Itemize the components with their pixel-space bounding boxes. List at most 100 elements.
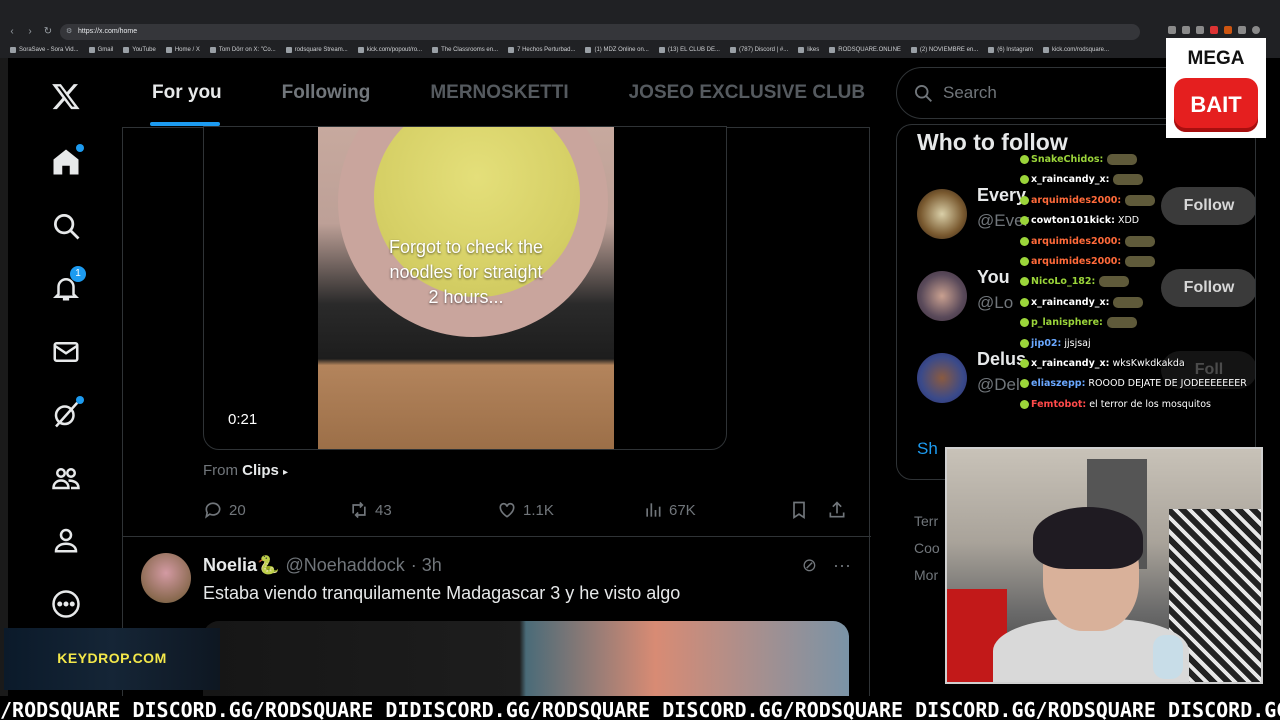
- bookmark-favicon-icon: [910, 47, 917, 53]
- bookmark-label: RODSQUARE.ONLINE: [838, 47, 901, 53]
- profile-icon[interactable]: [48, 522, 84, 558]
- author-handle[interactable]: @Noehaddock: [285, 555, 404, 576]
- reply-button[interactable]: 20: [203, 500, 246, 520]
- tweet-time[interactable]: · 3h: [411, 555, 442, 576]
- chat-emote-icon: [1106, 317, 1137, 329]
- bookmark-item[interactable]: (6) Instagram: [988, 47, 1033, 53]
- bookmark-item[interactable]: rodsquare Stream...: [285, 47, 348, 53]
- search-icon[interactable]: [48, 208, 84, 244]
- bookmark-favicon-icon: [585, 47, 592, 53]
- video-card[interactable]: Forgot to check the noodles for straight…: [203, 126, 727, 450]
- chat-badge-icon: [1020, 155, 1029, 164]
- chat-username: x_raincandy_x:: [1031, 296, 1110, 308]
- x-logo-icon[interactable]: [48, 78, 84, 114]
- chat-badge-icon: [1020, 257, 1029, 267]
- share-button[interactable]: [827, 500, 847, 520]
- chat-username: SnakeChidos:: [1031, 154, 1104, 165]
- tab-for-you[interactable]: For you: [122, 58, 252, 128]
- tab-joseo-exclusive-club[interactable]: JOSEO EXCLUSIVE CLUB: [599, 58, 896, 128]
- chat-username: arquimides2000:: [1031, 235, 1122, 247]
- more-options-icon[interactable]: ···: [833, 555, 851, 576]
- footer-link[interactable]: Coo: [914, 535, 940, 562]
- more-icon[interactable]: [48, 586, 84, 622]
- reload-icon[interactable]: ↻: [42, 26, 54, 38]
- tweet-header-actions: ⊘ ···: [802, 555, 851, 576]
- chat-badge-icon: [1020, 216, 1029, 226]
- extension-icon[interactable]: [1238, 26, 1246, 34]
- views-button[interactable]: 67K: [643, 500, 696, 520]
- bookmark-label: 7 Hechos Perturbad...: [517, 47, 576, 53]
- grok-icon[interactable]: [48, 396, 84, 432]
- bookmark-icon: [793, 501, 805, 520]
- chat-text: ROOOD DEJATE DE JODEEEEEEER: [1085, 378, 1247, 390]
- bookmark-item[interactable]: Tom Dörr on X: "Co...: [209, 47, 276, 53]
- bookmark-button[interactable]: [789, 500, 809, 520]
- bookmark-favicon-icon: [798, 47, 805, 53]
- bookmark-item[interactable]: The Classrooms en...: [432, 47, 498, 53]
- site-info-icon[interactable]: ⚙: [66, 24, 72, 40]
- bookmark-label: Home / X: [174, 47, 200, 53]
- communities-icon[interactable]: [48, 460, 84, 496]
- extension-icon[interactable]: [1210, 26, 1218, 34]
- bookmark-item[interactable]: (787) Discord | #...: [729, 47, 788, 53]
- forward-icon[interactable]: ›: [24, 26, 36, 38]
- bookmark-item[interactable]: likes: [798, 47, 819, 53]
- mail-icon[interactable]: [48, 334, 84, 370]
- tab-following[interactable]: Following: [252, 58, 401, 128]
- home-icon[interactable]: [48, 144, 84, 180]
- views-count: 67K: [669, 501, 696, 519]
- tab-label: JOSEO EXCLUSIVE CLUB: [628, 81, 866, 103]
- extension-icon[interactable]: [1224, 26, 1232, 34]
- bookmark-item[interactable]: (13) EL CLUB DE...: [658, 47, 720, 53]
- bookmark-label: The Classrooms en...: [441, 47, 499, 53]
- chat-message: jip02: jjsjsaj: [1020, 334, 1260, 354]
- extension-icon[interactable]: [1182, 26, 1190, 34]
- chat-emote-icon: [1099, 276, 1130, 288]
- bookmark-label: likes: [807, 47, 820, 53]
- bookmark-favicon-icon: [10, 47, 16, 53]
- bookmark-item[interactable]: (2) NOVIEMBRE en...: [910, 47, 978, 53]
- grok-icon[interactable]: ⊘: [802, 555, 817, 576]
- bookmark-item[interactable]: 7 Hechos Perturbad...: [508, 47, 575, 53]
- bell-icon[interactable]: 1: [48, 266, 86, 306]
- profile-avatar-icon[interactable]: [1252, 26, 1260, 34]
- avatar[interactable]: [141, 553, 191, 603]
- avatar[interactable]: [917, 271, 967, 321]
- share-icon: [829, 501, 845, 518]
- bookmark-label: Gmail: [97, 47, 114, 53]
- bookmark-label: YouTube: [132, 47, 156, 53]
- footer-link[interactable]: Mor: [914, 562, 940, 589]
- extension-icon[interactable]: [1168, 26, 1176, 34]
- reply-count: 20: [229, 501, 246, 519]
- bookmark-item[interactable]: kick.com/rodsquare...: [1042, 47, 1109, 53]
- chat-username: NicoLo_182:: [1031, 276, 1096, 288]
- video-player[interactable]: Forgot to check the noodles for straight…: [318, 127, 614, 449]
- bookmark-item[interactable]: RODSQUARE.ONLINE: [829, 47, 901, 53]
- caption-line: 2 hours...: [428, 287, 504, 307]
- tweet[interactable]: Noelia🐍 @Noehaddock · 3h ⊘ ··· Estaba vi…: [123, 537, 871, 720]
- back-icon[interactable]: ‹: [6, 26, 18, 38]
- tab-mernosketti[interactable]: MERNOSKETTI: [400, 58, 598, 128]
- author-name[interactable]: Noelia🐍: [203, 555, 279, 576]
- bookmark-item[interactable]: (1) MDZ Online on...: [585, 47, 649, 53]
- suggestion-name: Delus: [977, 349, 1027, 369]
- avatar[interactable]: [917, 189, 967, 239]
- bookmark-item[interactable]: YouTube: [123, 47, 156, 53]
- bookmark-item[interactable]: Gmail: [88, 47, 114, 53]
- url-bar[interactable]: ⚙ https://x.com/home: [60, 24, 1140, 40]
- bookmark-item[interactable]: SoraSave - Sora Vid...: [10, 47, 79, 53]
- show-more-link[interactable]: Sh: [917, 439, 938, 459]
- like-button[interactable]: 1.1K: [497, 500, 554, 520]
- chat-emote-icon: [1125, 194, 1156, 206]
- chat-username: cowton101kick:: [1031, 215, 1115, 227]
- bookmark-item[interactable]: kick.com/popout/ro...: [357, 47, 422, 53]
- avatar[interactable]: [917, 353, 967, 403]
- chat-badge-icon: [1020, 236, 1029, 246]
- from-clips-link[interactable]: From Clips ▸: [203, 462, 288, 479]
- chat-username: eliaszepp:: [1031, 378, 1086, 390]
- repost-button[interactable]: 43: [349, 500, 392, 520]
- bookmark-item[interactable]: Home / X: [165, 47, 200, 53]
- footer-link[interactable]: Terr: [914, 508, 940, 535]
- extension-icon[interactable]: [1196, 26, 1204, 34]
- from-prefix: From: [203, 462, 238, 479]
